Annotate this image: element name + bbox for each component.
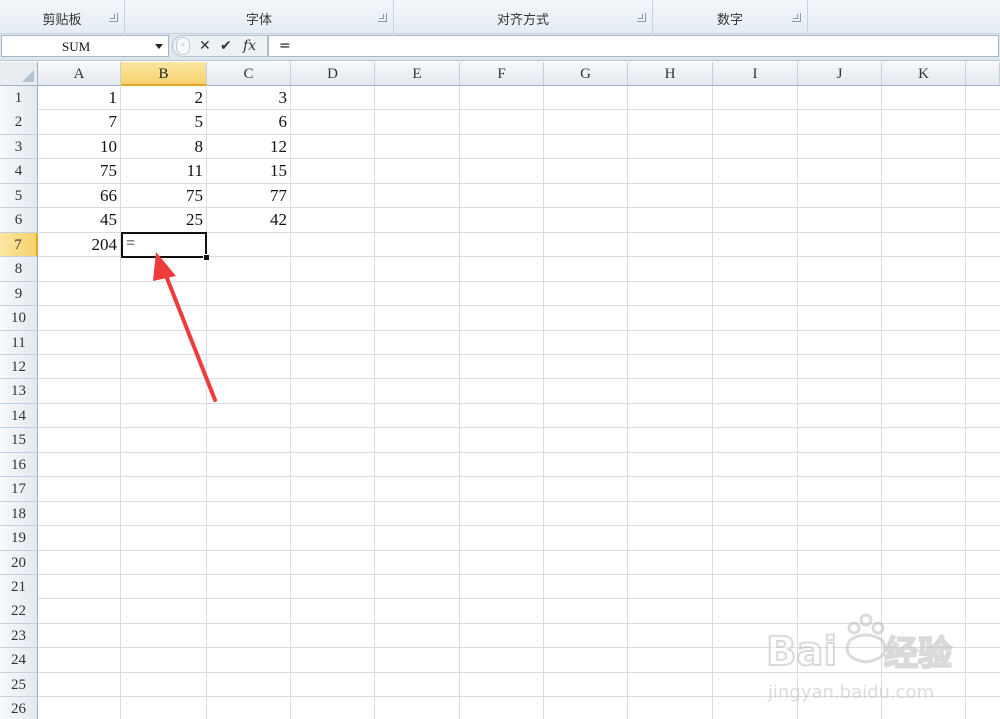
svg-text:jingyan.baidu.com: jingyan.baidu.com bbox=[767, 682, 934, 703]
svg-text:经验: 经验 bbox=[884, 634, 952, 674]
svg-text:Bai: Bai bbox=[766, 629, 837, 675]
baidu-jingyan-watermark: Bai 经验 jingyan.baidu.com bbox=[766, 613, 953, 703]
